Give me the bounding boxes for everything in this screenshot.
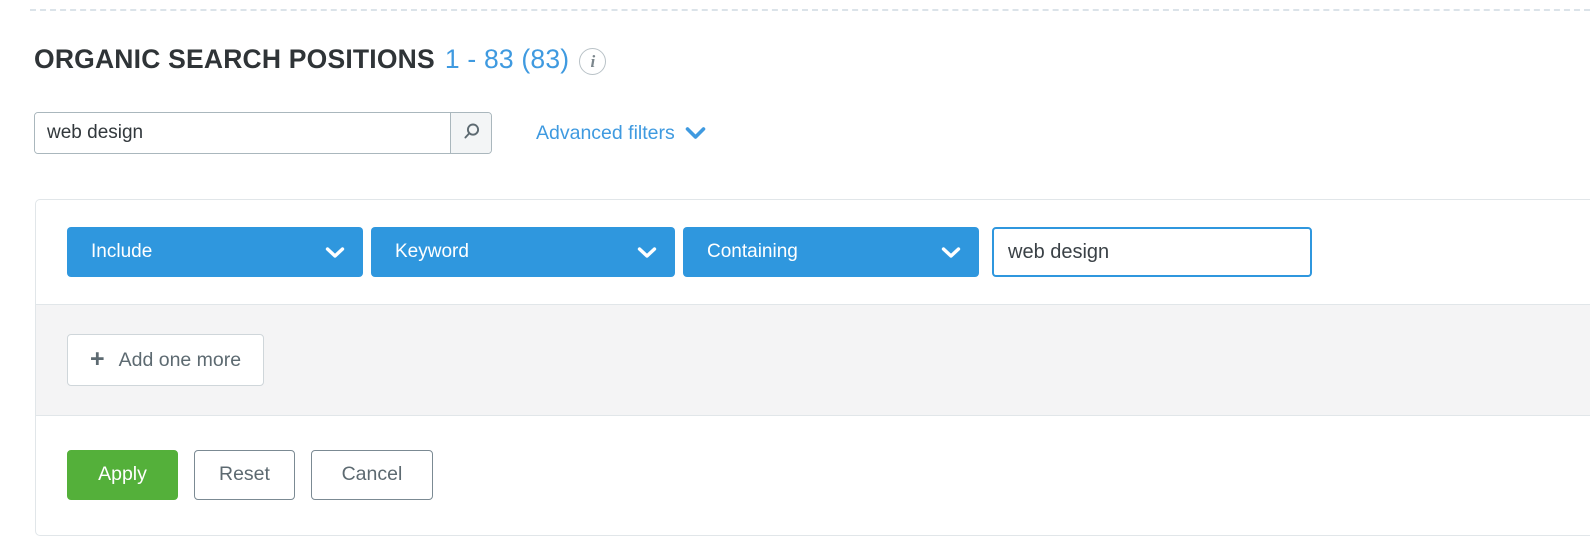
plus-icon: + <box>90 344 105 373</box>
info-icon[interactable]: i <box>579 48 607 75</box>
filter-field-label: Keyword <box>395 241 469 262</box>
cancel-button[interactable]: Cancel <box>310 449 433 500</box>
filter-include-dropdown[interactable]: Include <box>67 227 363 277</box>
info-icon-glyph: i <box>590 51 596 71</box>
reset-button[interactable]: Reset <box>194 449 295 500</box>
advanced-filters-panel: Include Keyword Containing web design + … <box>35 199 1590 536</box>
search-button[interactable] <box>450 113 491 153</box>
add-one-more-button[interactable]: + Add one more <box>67 334 265 386</box>
page-title: ORGANIC SEARCH POSITIONS 1 - 83 (83) i <box>34 44 607 75</box>
chevron-down-icon <box>325 246 345 259</box>
page-title-text: ORGANIC SEARCH POSITIONS <box>34 44 435 74</box>
advanced-filters-toggle[interactable]: Advanced filters <box>536 122 706 145</box>
advanced-filters-label: Advanced filters <box>536 121 675 144</box>
search-icon <box>462 122 481 144</box>
filter-match-label: Containing <box>707 241 798 262</box>
apply-button[interactable]: Apply <box>67 449 178 500</box>
chevron-down-icon <box>941 246 961 259</box>
filter-row: Include Keyword Containing <box>36 200 1590 305</box>
results-count: 1 - 83 (83) <box>444 44 570 74</box>
filter-value-input[interactable] <box>992 227 1312 277</box>
chevron-down-icon <box>637 246 657 259</box>
search-box <box>34 112 492 154</box>
filter-field-dropdown[interactable]: Keyword <box>371 227 675 277</box>
chevron-down-icon <box>685 126 706 140</box>
search-row: Advanced filters <box>34 112 706 154</box>
add-filter-row: + Add one more <box>36 305 1590 416</box>
filter-match-dropdown[interactable]: Containing <box>683 227 979 277</box>
add-one-more-label: Add one more <box>118 348 242 371</box>
filter-include-label: Include <box>91 241 153 262</box>
search-input[interactable] <box>35 113 450 153</box>
panel-actions-row: Apply Reset Cancel <box>36 416 1590 533</box>
section-divider <box>30 9 1590 11</box>
